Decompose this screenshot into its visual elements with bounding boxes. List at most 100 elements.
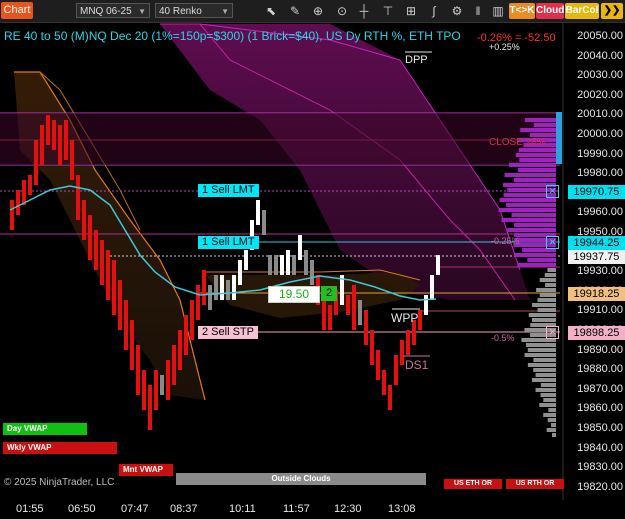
- volume-profile-bar: [514, 253, 556, 257]
- volume-profile-bar: [527, 348, 556, 352]
- chevron-double-icon[interactable]: ❯❯: [601, 3, 623, 19]
- outside-clouds-button[interactable]: Outside Clouds: [176, 473, 426, 485]
- volume-profile-bar: [533, 123, 556, 127]
- order-sell-stp[interactable]: 2 Sell STP: [198, 326, 258, 339]
- pencil-icon[interactable]: ✎: [287, 3, 303, 19]
- close-icon[interactable]: ✕: [546, 326, 559, 339]
- time-tick-label: 08:37: [170, 503, 198, 515]
- renko-brick: [304, 250, 308, 275]
- bar-type-value: 40 Renko: [159, 6, 202, 17]
- chart-title: RE 40 to 50 (M)NQ Dec 20 (1%=150p=$300) …: [4, 29, 461, 43]
- renko-brick: [58, 125, 62, 165]
- price-tick-label: 20000.00: [577, 128, 623, 140]
- price-tick-label: 20030.00: [577, 69, 623, 82]
- renko-brick: [382, 370, 386, 395]
- volume-profile-bar: [537, 308, 556, 312]
- renko-brick: [406, 330, 410, 355]
- price-label-stop: 19898.25: [568, 326, 625, 340]
- cursor-icon[interactable]: ⬉: [263, 3, 279, 19]
- zoom-icon[interactable]: ⊕: [310, 3, 326, 19]
- strategy-icon[interactable]: ⚙: [449, 3, 465, 19]
- renko-brick: [364, 310, 368, 345]
- grid-icon[interactable]: ▥: [490, 3, 506, 19]
- renko-brick: [328, 305, 332, 330]
- volume-profile-bar: [531, 318, 556, 322]
- price-tick-label: 19910.00: [577, 304, 623, 317]
- order-sell-lmt-2[interactable]: 1 Sell LMT: [198, 236, 259, 249]
- renko-brick: [52, 120, 56, 150]
- volume-profile-bar: [514, 223, 556, 227]
- volume-profile-bar: [535, 373, 556, 377]
- volume-profile-bar: [506, 203, 556, 207]
- indicator-icon[interactable]: ∫: [426, 3, 442, 19]
- crosshair-icon[interactable]: ┼: [356, 3, 372, 19]
- wkly-vwap-button[interactable]: Wkly VWAP: [3, 442, 117, 454]
- volume-profile-bar: [528, 313, 556, 317]
- time-tick-label: 10:11: [229, 503, 256, 515]
- renko-brick: [22, 180, 26, 205]
- renko-brick: [376, 350, 380, 380]
- tk-toggle-button[interactable]: T<>K: [509, 3, 535, 19]
- renko-brick: [100, 240, 104, 285]
- lock-icon[interactable]: ⊤: [380, 3, 396, 19]
- chart-menu-button[interactable]: Chart: [1, 2, 33, 19]
- renko-brick: [190, 300, 194, 340]
- volume-profile-bar: [544, 273, 556, 277]
- close-20-label: CLOSE 20%: [489, 137, 546, 148]
- renko-brick: [214, 275, 218, 300]
- price-tick-label: 19830.00: [577, 461, 623, 474]
- renko-brick: [34, 140, 38, 185]
- volume-profile-bar: [519, 158, 556, 162]
- chevron-down-icon: ▼: [221, 7, 229, 16]
- price-tick-label: 19820.00: [577, 480, 623, 493]
- volume-profile-bar: [539, 278, 556, 282]
- renko-brick: [172, 345, 176, 385]
- volume-profile-bar: [508, 163, 556, 167]
- brick-value-box: 19.50: [268, 286, 320, 303]
- price-tick-label: 20020.00: [577, 88, 623, 101]
- volume-profile-bar: [532, 303, 556, 307]
- price-tick-label: 19850.00: [577, 422, 623, 434]
- ruler-icon[interactable]: ⊞: [403, 3, 419, 19]
- cloud-toggle-button[interactable]: Cloud: [536, 3, 564, 19]
- day-vwap-button[interactable]: Day VWAP: [3, 423, 87, 435]
- renko-brick: [16, 190, 20, 215]
- price-label-sell-lmt-2: 19944.25: [568, 236, 625, 250]
- price-tick-label: 19960.00: [577, 206, 623, 219]
- chart-toolbar: Chart MNQ 06-25 ▼ 40 Renko ▼ ⬉ ✎ ⊕ ⊙ ┼ ⊤…: [0, 0, 625, 23]
- renko-brick: [64, 120, 68, 160]
- renko-brick: [268, 255, 272, 275]
- renko-brick: [106, 250, 110, 300]
- volume-profile-bar: [545, 283, 556, 287]
- renko-brick: [148, 385, 152, 430]
- renko-brick: [346, 295, 350, 315]
- volume-profile-bar: [536, 288, 556, 292]
- order-sell-lmt-1[interactable]: 1 Sell LMT: [198, 184, 259, 197]
- renko-brick: [292, 255, 296, 275]
- copyright-text: © 2025 NinjaTrader, LLC: [4, 477, 115, 488]
- bar-icon[interactable]: ǁ: [470, 3, 486, 19]
- price-tick-label: 20040.00: [577, 49, 623, 62]
- barcol-toggle-button[interactable]: BarCol: [565, 3, 599, 19]
- renko-brick: [184, 315, 188, 355]
- mnt-vwap-button[interactable]: Mnt VWAP: [119, 464, 173, 476]
- pointer-icon[interactable]: ⊙: [334, 3, 350, 19]
- close-icon[interactable]: ✕: [546, 185, 559, 198]
- renko-brick: [244, 250, 248, 270]
- volume-profile-bar: [520, 128, 556, 132]
- renko-brick: [130, 320, 134, 370]
- price-label-last: 19937.75: [568, 250, 625, 264]
- instrument-select[interactable]: MNQ 06-25 ▼: [76, 3, 150, 18]
- close-icon[interactable]: ✕: [546, 236, 559, 249]
- price-tick-label: 19980.00: [577, 167, 623, 180]
- volume-profile-bar: [551, 423, 556, 427]
- us-eth-or-button[interactable]: US ETH OR: [444, 479, 502, 489]
- renko-brick: [280, 255, 284, 275]
- volume-profile-bar: [548, 408, 556, 412]
- volume-profile-bar: [531, 378, 556, 382]
- renko-brick: [286, 250, 290, 275]
- bar-type-select[interactable]: 40 Renko ▼: [155, 3, 233, 18]
- us-rth-or-button[interactable]: US RTH OR: [506, 479, 564, 489]
- volume-profile-bar: [547, 268, 556, 272]
- price-tick-label: 20010.00: [577, 108, 623, 121]
